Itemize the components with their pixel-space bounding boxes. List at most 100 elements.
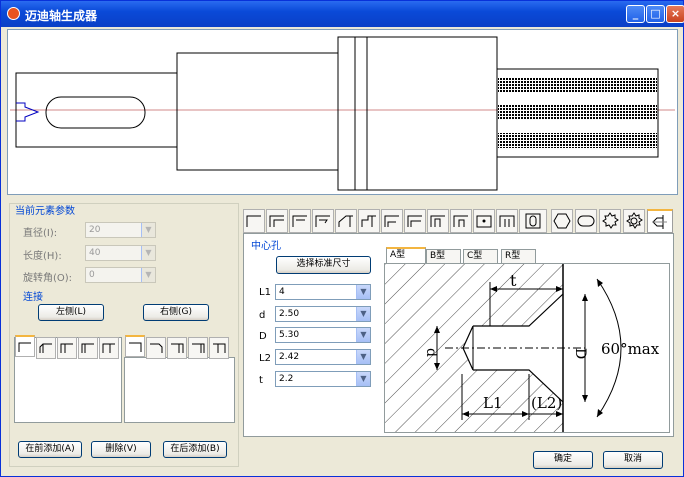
delete-button[interactable]: 删除(V) — [91, 441, 151, 458]
shoulder-icon — [384, 215, 399, 227]
diagram-t-label: t — [510, 271, 517, 290]
tool-flat[interactable] — [575, 209, 597, 233]
tool-keyway-step[interactable] — [427, 209, 449, 233]
spline-end-icon — [499, 215, 515, 227]
chevron-down-icon: ▼ — [356, 307, 370, 321]
center-hole-icon — [652, 214, 667, 229]
connect-left-button[interactable]: 左侧(L) — [38, 304, 104, 321]
shaft-preview[interactable] — [7, 29, 678, 195]
left-tool-chamfer[interactable] — [36, 337, 56, 359]
shaft-drawing — [10, 36, 675, 191]
left-tool-groove[interactable] — [57, 337, 77, 359]
right-tool-shoulder[interactable] — [209, 337, 229, 359]
title-bar[interactable]: 迈迪轴生成器 _ □ × — [1, 1, 684, 27]
chevron-down-icon: ▼ — [356, 285, 370, 299]
diagram-l1-label: L1 — [483, 394, 503, 412]
groove-icon — [292, 215, 307, 227]
chamfer-right-icon — [150, 343, 163, 353]
center-hole-diagram: t d D 60°max L1 (L2) — [384, 263, 670, 433]
left-tool-shoulder[interactable] — [99, 337, 119, 359]
tool-gear[interactable] — [623, 209, 645, 233]
l2-combo[interactable]: 2.42 ▼ — [275, 349, 371, 365]
rounded-rect-icon — [577, 215, 595, 227]
right-tool-step[interactable] — [125, 335, 145, 357]
length-label: 长度(H): — [23, 251, 62, 262]
tab-type-b[interactable]: B型 — [426, 249, 461, 263]
fillet-right-icon — [192, 343, 205, 353]
chevron-down-icon: ▼ — [141, 223, 155, 237]
main-window: 迈迪轴生成器 _ □ × 当前元素参数 直径(I): 20 ▼ 长度(H): 4… — [0, 0, 684, 477]
step-fillet-icon — [269, 215, 284, 227]
shoulder-right-icon — [213, 343, 226, 353]
angle-combo[interactable]: 0 ▼ — [85, 267, 156, 283]
close-button[interactable]: × — [666, 5, 684, 23]
big-d-label: D — [259, 331, 267, 342]
tool-hex[interactable] — [551, 209, 573, 233]
tool-center-hole[interactable] — [647, 209, 673, 233]
center-hole-title: 中心孔 — [251, 241, 281, 252]
tool-chamfer[interactable] — [335, 209, 357, 233]
tool-step-fillet[interactable] — [266, 209, 288, 233]
tool-thread[interactable] — [358, 209, 380, 233]
l1-label: L1 — [259, 287, 271, 298]
tool-shoulder[interactable] — [381, 209, 403, 233]
select-standard-button[interactable]: 选择标准尺寸 — [276, 256, 371, 274]
app-icon — [7, 7, 20, 20]
angle-label: 旋转角(O): — [23, 273, 73, 284]
tab-type-r[interactable]: R型 — [501, 249, 536, 263]
undercut-icon — [315, 215, 330, 227]
right-tool-fillet[interactable] — [188, 337, 208, 359]
length-combo[interactable]: 40 ▼ — [85, 245, 156, 261]
relief-icon — [407, 215, 422, 227]
thread-icon — [361, 215, 376, 227]
chevron-down-icon: ▼ — [356, 372, 370, 386]
left-tool-step[interactable] — [15, 335, 35, 357]
groove-right-icon — [171, 343, 184, 353]
right-tool-groove[interactable] — [167, 337, 187, 359]
tool-undercut[interactable] — [312, 209, 334, 233]
spline-gear-icon — [602, 212, 619, 229]
tool-spline[interactable] — [599, 209, 621, 233]
connect-right-button[interactable]: 右侧(G) — [143, 304, 209, 321]
tool-step[interactable] — [243, 209, 265, 233]
d-label: d — [259, 310, 266, 321]
tool-keyway[interactable] — [519, 209, 547, 233]
left-tool-fillet[interactable] — [78, 337, 98, 359]
d-combo[interactable]: 2.50 ▼ — [275, 306, 371, 322]
ok-button[interactable]: 确定 — [533, 451, 593, 469]
diameter-combo[interactable]: 20 ▼ — [85, 222, 156, 238]
chevron-down-icon: ▼ — [356, 328, 370, 342]
groove-icon — [60, 343, 73, 353]
tool-spline-end[interactable] — [496, 209, 518, 233]
cross-hole-icon — [476, 215, 492, 228]
step-icon — [246, 215, 261, 227]
big-d-combo[interactable]: 5.30 ▼ — [275, 327, 371, 343]
shoulder-icon — [102, 343, 115, 353]
diagram-l2-label: (L2) — [531, 394, 562, 412]
keyway-step-icon — [430, 215, 445, 227]
chamfer-icon — [338, 215, 353, 227]
maximize-button[interactable]: □ — [646, 5, 665, 23]
tool-retaining-groove[interactable] — [450, 209, 472, 233]
right-tool-chamfer[interactable] — [146, 337, 166, 359]
tab-type-c[interactable]: C型 — [463, 249, 498, 263]
add-after-button[interactable]: 在后添加(B) — [163, 441, 227, 458]
t-combo[interactable]: 2.2 ▼ — [275, 371, 371, 387]
t-label: t — [259, 375, 263, 386]
cancel-button[interactable]: 取消 — [603, 451, 663, 469]
tool-groove[interactable] — [289, 209, 311, 233]
right-element-list[interactable] — [124, 357, 235, 423]
center-hole-drawing: t d D 60°max L1 (L2) — [385, 264, 660, 432]
add-before-button[interactable]: 在前添加(A) — [18, 441, 82, 458]
tool-relief[interactable] — [404, 209, 426, 233]
l1-combo[interactable]: 4 ▼ — [275, 284, 371, 300]
diagram-d-label: d — [423, 348, 439, 357]
tool-cross-hole[interactable] — [473, 209, 495, 233]
window-title: 迈迪轴生成器 — [25, 9, 98, 23]
fillet-icon — [81, 343, 94, 353]
chevron-down-icon: ▼ — [356, 350, 370, 364]
minimize-button[interactable]: _ — [626, 5, 645, 23]
connect-title: 连接 — [23, 292, 43, 303]
diagram-angle-label: 60°max — [601, 340, 660, 358]
tab-type-a[interactable]: A型 — [386, 247, 426, 263]
